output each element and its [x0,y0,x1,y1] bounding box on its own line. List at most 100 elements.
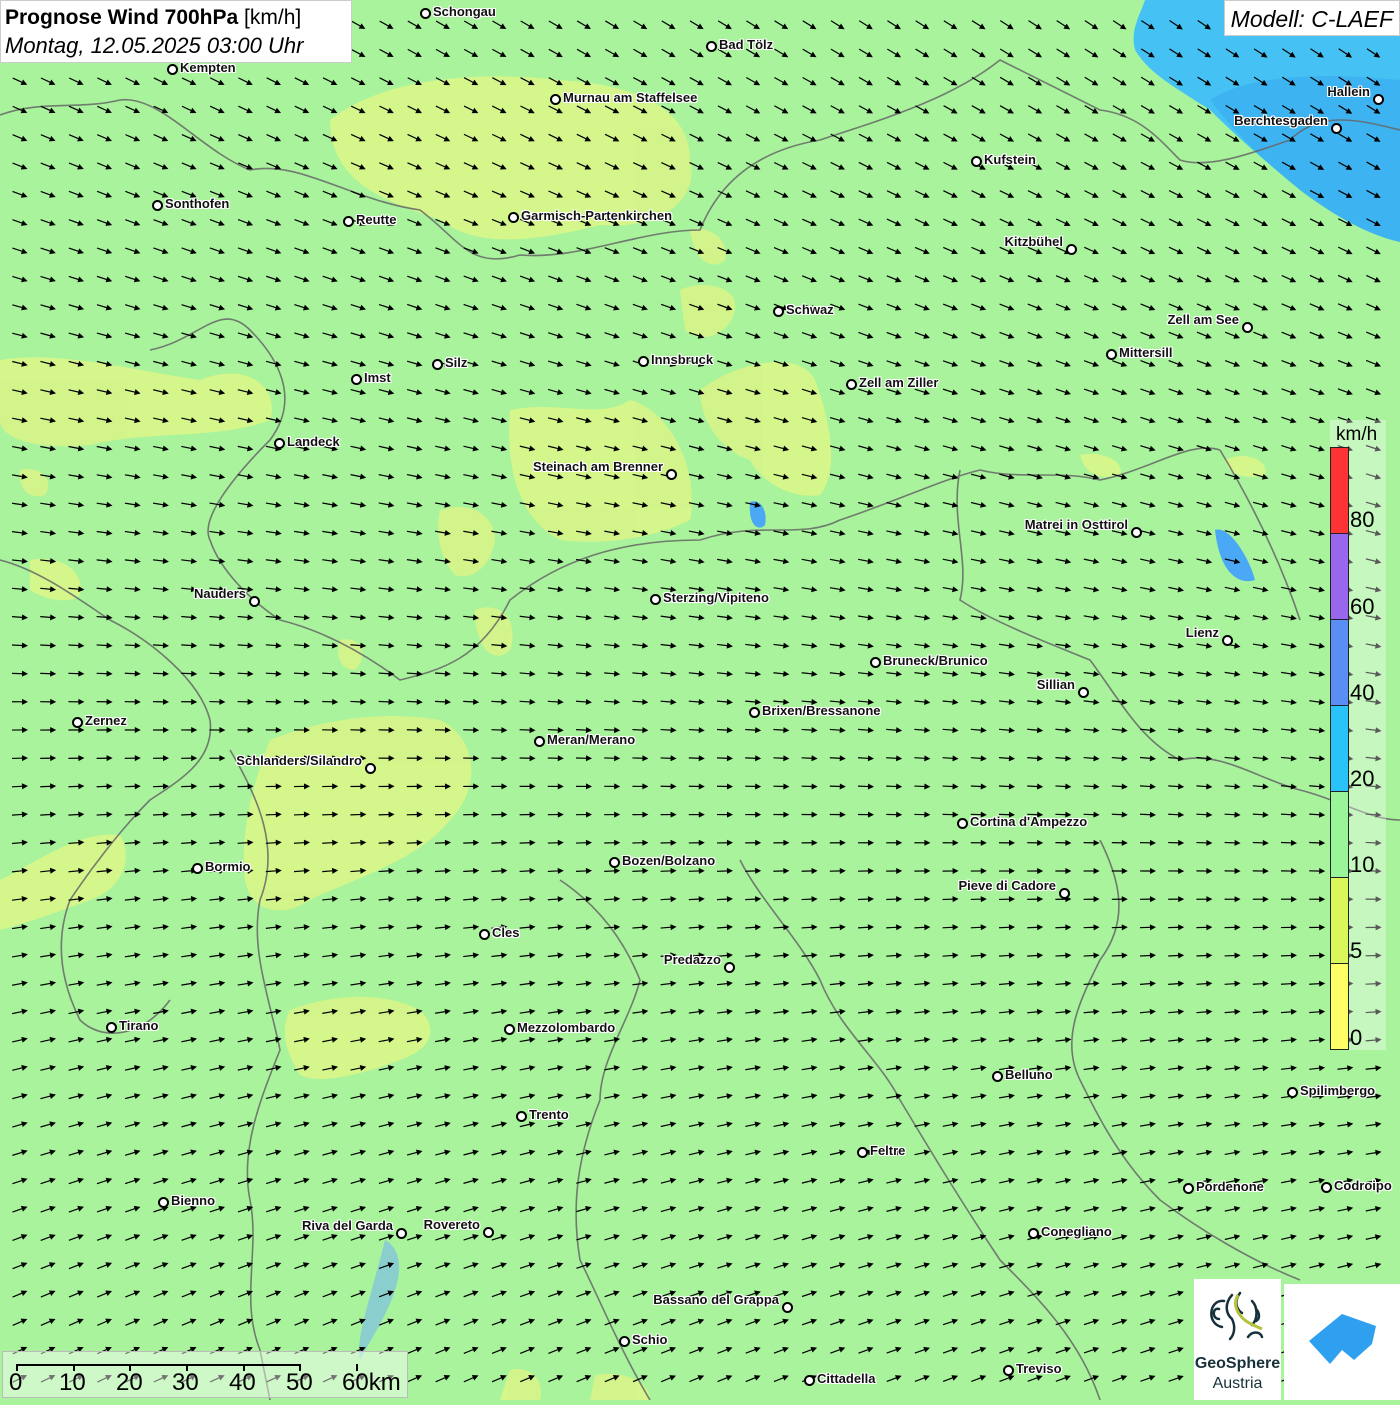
city-dot-icon [152,200,163,211]
logo-text-geosphere: GeoSphere [1194,1355,1281,1373]
legend-band-20-40 [1330,705,1349,792]
geosphere-austria-logo[interactable]: GeoSphere Austria [1194,1279,1281,1400]
scale-label: 20 [116,1369,143,1397]
legend-tick: 60 [1350,594,1374,620]
city-label: Codroipo [1334,1178,1392,1193]
legend-tick: 20 [1350,766,1374,792]
city-dot-icon [724,962,735,973]
scale-label: 10 [59,1369,86,1397]
city-label: Rovereto [424,1217,480,1232]
city-label: Sillian [1037,677,1075,692]
city-label: Reutte [356,212,396,227]
city-label: Garmisch-Partenkirchen [521,208,672,223]
map-title: Prognose Wind 700hPa [5,6,238,29]
city-dot-icon [479,929,490,940]
city-dot-icon [343,216,354,227]
legend-tick: 80 [1350,507,1374,533]
color-legend: km/h 80 60 40 20 10 5 0 [1330,420,1386,1050]
legend-band-10-20 [1330,791,1349,878]
scale-label: 50 [286,1369,313,1397]
city-dot-icon [773,306,784,317]
city-dot-icon [508,212,519,223]
city-dot-icon [666,469,677,480]
city-dot-icon [1331,123,1342,134]
city-label: Innsbruck [651,352,713,367]
city-label: Schwaz [786,302,834,317]
scale-label: 60km [342,1369,401,1397]
city-label: Sterzing/Vipiteno [663,590,769,605]
city-label: Tirano [119,1018,159,1033]
city-label: Sonthofen [165,196,229,211]
city-label: Cittadella [817,1371,876,1386]
city-label: Feltre [870,1143,905,1158]
city-dot-icon [1066,244,1077,255]
city-label: Zell am Ziller [859,375,938,390]
scale-label: 40 [229,1369,256,1397]
logo-text-austria: Austria [1194,1375,1281,1393]
city-label: Conegliano [1041,1224,1112,1239]
city-label: Kufstein [984,152,1036,167]
city-dot-icon [274,438,285,449]
legend-band-40-60 [1330,619,1349,706]
city-dot-icon [1028,1228,1039,1239]
scale-label: 30 [172,1369,199,1397]
city-dot-icon [516,1111,527,1122]
city-dot-icon [749,707,760,718]
city-dot-icon [609,857,620,868]
city-dot-icon [782,1302,793,1313]
city-label: Kempten [180,60,236,75]
city-label: Zell am See [1167,312,1239,327]
city-label: Spilimbergo [1300,1083,1375,1098]
city-label: Schongau [433,4,496,19]
city-dot-icon [167,64,178,75]
city-label: Bruneck/Brunico [883,653,988,668]
city-label: Landeck [287,434,340,449]
city-dot-icon [1078,687,1089,698]
map-title-unit: [km/h] [244,6,301,29]
city-label: Belluno [1005,1067,1053,1082]
city-label: Predazzo [664,952,721,967]
city-dot-icon [534,736,545,747]
city-label: Mittersill [1119,345,1172,360]
legend-band-0-5 [1330,963,1349,1050]
city-dot-icon [1131,527,1142,538]
city-dot-icon [650,594,661,605]
city-label: Schlanders/Silandro [236,753,362,768]
legend-band-5-10 [1330,877,1349,964]
city-dot-icon [365,763,376,774]
title-box: Prognose Wind 700hPa [km/h] Montag, 12.0… [0,0,352,63]
city-dot-icon [432,359,443,370]
city-label: Treviso [1016,1361,1062,1376]
partner-logo[interactable] [1284,1284,1400,1400]
city-label: Meran/Merano [547,732,635,747]
blue-chevron-cloud-icon [1284,1284,1400,1400]
city-label: Kitzbühel [1005,234,1064,249]
city-dot-icon [249,596,260,607]
city-dot-icon [971,156,982,167]
city-dot-icon [1106,349,1117,360]
geosphere-contour-icon [1194,1279,1281,1355]
city-label: Bormio [205,859,251,874]
city-dot-icon [619,1336,630,1347]
city-label: Bozen/Bolzano [622,853,715,868]
city-dot-icon [192,863,203,874]
city-dot-icon [550,94,561,105]
city-label: Pordenone [1196,1179,1264,1194]
city-dot-icon [1287,1087,1298,1098]
city-label: Bienno [171,1193,215,1208]
city-dot-icon [1321,1182,1332,1193]
city-dot-icon [1242,322,1253,333]
city-dot-icon [804,1375,815,1386]
legend-band-60-80 [1330,533,1349,620]
legend-unit: km/h [1336,424,1377,446]
city-dot-icon [1183,1183,1194,1194]
city-dot-icon [483,1227,494,1238]
city-dot-icon [420,8,431,19]
city-dot-icon [846,379,857,390]
city-label: Cortina d'Ampezzo [970,814,1087,829]
city-label: Hallein [1327,84,1370,99]
legend-tick: 0 [1350,1025,1362,1051]
scale-label: 0 [9,1369,22,1397]
scale-bar: 0 10 20 30 40 50 60km [2,1351,408,1398]
city-label: Zernez [85,713,127,728]
